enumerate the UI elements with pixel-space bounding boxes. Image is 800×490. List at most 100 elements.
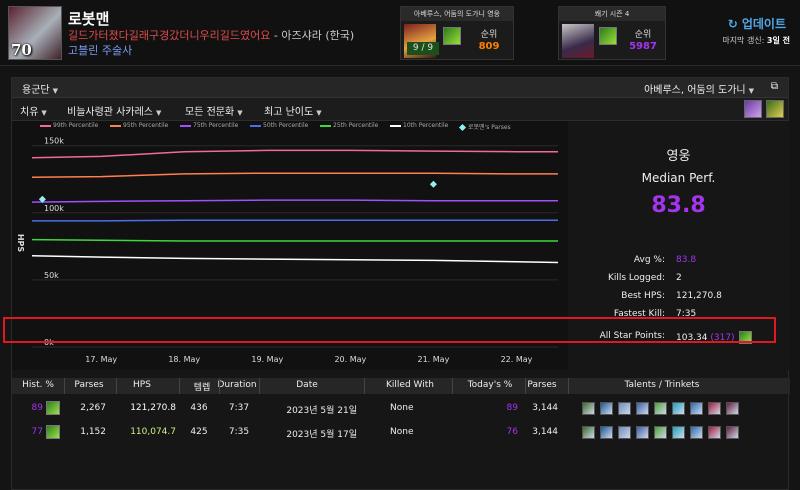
update-button[interactable]: ↻ 업데이트	[728, 15, 786, 32]
boss-label: 비늘사령관 사카레스	[67, 107, 153, 118]
series-line	[32, 219, 558, 222]
median-perf-label: Median Perf.	[641, 171, 716, 185]
talent-icon[interactable]	[654, 402, 667, 415]
metric-dropdown[interactable]: 치유 ▼	[20, 103, 47, 118]
column-divider	[364, 378, 365, 394]
table-row[interactable]: 89 2,267 121,270.8 436 7:37 2023년 5월 21일 None 8…	[12, 398, 790, 420]
metric-label: 치유	[20, 107, 39, 118]
stat-value: 2	[676, 273, 682, 283]
column-header[interactable]: Parses	[527, 380, 556, 390]
spec-dropdown[interactable]: 모든 전문화 ▼	[185, 103, 243, 118]
hps-value: 110,074.7	[130, 427, 176, 437]
today-percent: 89	[506, 403, 518, 413]
column-header[interactable]: Hist. %	[22, 380, 54, 390]
talent-icon[interactable]	[600, 426, 613, 439]
column-header[interactable]: Date	[296, 380, 318, 390]
avatar[interactable]: 70	[8, 6, 62, 60]
filter-bar: 치유 ▼ 비늘사령관 사카레스 ▼ 모든 전문화 ▼ 최고 난이도 ▼	[12, 98, 788, 121]
table-header: Hist. % Parses HPS 템렙 Duration Date Killed Wit…	[12, 378, 790, 394]
zone-bar: 용군단 ▼ 아베루스, 어둠의 도가니 ▼ ⧉	[12, 78, 788, 98]
column-divider	[525, 378, 526, 394]
season-rank-title: 쐐기 시즌 4	[559, 7, 665, 21]
talent-icon[interactable]	[582, 426, 595, 439]
talent-icon[interactable]	[672, 426, 685, 439]
series-line	[31, 254, 559, 264]
difficulty-label: 최고 난이도	[264, 107, 314, 118]
table-row[interactable]: 77 1,152 110,074.7 425 7:35 2023년 5월 17일 None 7…	[12, 422, 790, 444]
talent-icon[interactable]	[708, 426, 721, 439]
last-updated-value: 3일 전	[766, 36, 790, 45]
guild-name-link[interactable]: 길드가터졌다길래구경갔더니우리길드였어요	[68, 29, 270, 42]
season-rank-box[interactable]: 쐐기 시즌 4 순위 5987	[558, 6, 666, 60]
talent-icon[interactable]	[708, 402, 721, 415]
last-updated-label: 마지막 갱신:	[722, 36, 765, 45]
rankings-panel: 용군단 ▼ 아베루스, 어둠의 도가니 ▼ ⧉ 치유 ▼ 비늘사령관 사카레스 ▼ 모든…	[11, 77, 790, 490]
date-link[interactable]: 2023년 5월 17일	[286, 427, 357, 440]
y-tick-label: 0k	[44, 338, 54, 347]
y-tick-label: 50k	[44, 271, 59, 280]
stat-value: 7:35	[676, 309, 697, 319]
column-header[interactable]: Duration	[217, 380, 256, 390]
duration: 7:35	[228, 427, 250, 437]
spec-icon[interactable]	[46, 401, 60, 415]
x-tick-label: 19. May	[251, 355, 283, 364]
column-divider	[219, 378, 220, 394]
boss-dropdown[interactable]: 비늘사령관 사카레스 ▼	[67, 103, 161, 118]
parses-count: 1,152	[80, 427, 106, 437]
difficulty-dropdown[interactable]: 최고 난이도 ▼	[264, 103, 322, 118]
talent-icon[interactable]	[690, 426, 703, 439]
item-level: 425	[190, 427, 208, 437]
talent-icon[interactable]	[726, 426, 739, 439]
separator: -	[270, 29, 282, 42]
rank-label: 순위	[480, 30, 498, 40]
chart-svg: 0k 50k 100k 150k HPS 17. May 18. May 19. May 20.…	[16, 137, 559, 364]
chevron-down-icon: ▼	[748, 87, 754, 95]
talent-icon[interactable]	[600, 402, 613, 415]
realm-name[interactable]: 아즈샤라 (한국)	[281, 29, 354, 42]
killed-with: None	[390, 427, 414, 437]
talent-icon[interactable]	[618, 426, 631, 439]
raid-label: 아베루스, 어둠의 도가니	[644, 85, 746, 96]
y-axis-label: HPS	[16, 234, 25, 253]
raid-rank-box[interactable]: 아베루스, 어둠의 도가니 영웅 9 / 9 순위 809	[400, 6, 514, 60]
spec-filter-icon[interactable]	[766, 100, 784, 118]
talent-icon[interactable]	[726, 402, 739, 415]
hps-chart: 99th Percentile 95th Percentile 75th Perce…	[12, 121, 568, 370]
spec-icon	[443, 27, 461, 45]
column-divider	[452, 378, 453, 394]
stat-value: 121,270.8	[676, 291, 722, 301]
stat-row: Fastest Kill: 7:35	[568, 309, 789, 323]
talent-icon[interactable]	[618, 402, 631, 415]
raid-dropdown[interactable]: 아베루스, 어둠의 도가니 ▼	[644, 81, 754, 96]
date-link[interactable]: 2023년 5월 21일	[286, 403, 357, 416]
stat-row: Best HPS: 121,270.8	[568, 291, 789, 305]
expansion-dropdown[interactable]: 용군단 ▼	[22, 81, 58, 96]
stat-row: Avg %: 83.8	[568, 255, 789, 269]
rank-value: 809	[478, 41, 500, 52]
popout-icon[interactable]: ⧉	[771, 81, 778, 92]
column-divider	[116, 378, 117, 394]
column-divider	[259, 378, 260, 394]
column-header[interactable]: 템렙	[194, 380, 211, 393]
column-header[interactable]: Parses	[74, 380, 103, 390]
character-compare-icon[interactable]	[744, 100, 762, 118]
talent-icon[interactable]	[636, 426, 649, 439]
item-level: 436	[190, 403, 208, 413]
talent-icon[interactable]	[690, 402, 703, 415]
median-perf-value: 83.8	[651, 193, 706, 218]
series-line	[31, 172, 558, 178]
stat-label: All Star Points:	[599, 331, 665, 341]
talent-icon[interactable]	[582, 402, 595, 415]
column-divider	[64, 378, 65, 394]
talent-icon[interactable]	[672, 402, 685, 415]
spec-icon[interactable]	[46, 425, 60, 439]
y-tick-label: 100k	[44, 204, 64, 213]
talent-icon[interactable]	[636, 402, 649, 415]
column-header[interactable]: HPS	[133, 380, 151, 390]
column-divider	[179, 378, 180, 394]
parses-total: 3,144	[532, 427, 558, 437]
column-header[interactable]: Today's %	[468, 380, 513, 390]
talent-icon[interactable]	[654, 426, 667, 439]
column-header[interactable]: Killed With	[386, 380, 434, 390]
column-header[interactable]: Talents / Trinkets	[625, 380, 700, 390]
